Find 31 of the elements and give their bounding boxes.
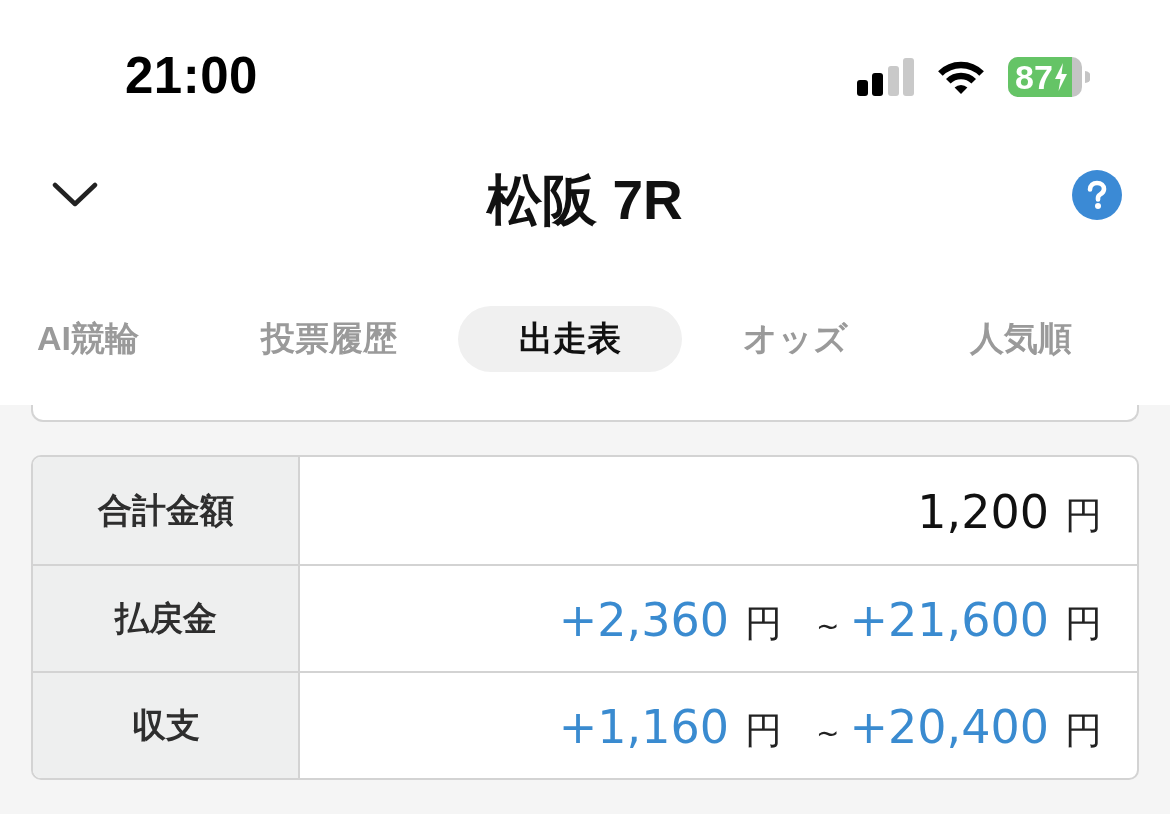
row-label: 収支 (33, 673, 300, 778)
currency-unit: 円 (745, 708, 783, 753)
tab[interactable]: オッズ (682, 306, 909, 372)
page-title: 松阪 7R (487, 169, 683, 231)
chevron-down-icon (52, 182, 98, 208)
tab[interactable]: 出走表 (458, 306, 682, 372)
range-separator: ~ (816, 716, 840, 750)
collapse-button[interactable] (52, 182, 98, 208)
currency-unit: 円 (1065, 601, 1102, 646)
lightning-bolt-icon (1053, 63, 1068, 91)
battery-percentage: 87 (1015, 60, 1053, 94)
currency-unit: 円 (745, 601, 783, 646)
help-icon (1072, 170, 1122, 220)
amount-value: +20,400 (849, 699, 1049, 754)
wifi-icon (936, 59, 986, 95)
amount-value: +21,600 (849, 592, 1049, 647)
amount-value: +1,160 (558, 699, 730, 754)
tab[interactable]: AI競輪 (0, 306, 200, 372)
amount-value: 1,200 (917, 484, 1049, 539)
row-label: 払戻金 (33, 566, 300, 671)
battery-icon (1008, 57, 1090, 97)
currency-unit: 円 (1065, 493, 1102, 538)
range-separator: ~ (816, 609, 840, 643)
amount-value: +2,360 (558, 592, 730, 647)
signal-icon (857, 58, 914, 96)
status-time: 21:00 (125, 45, 258, 105)
tab[interactable]: 投票履歴 (200, 306, 458, 372)
row-label: 合計金額 (33, 457, 300, 564)
currency-unit: 円 (1065, 708, 1102, 753)
tab[interactable]: 人気順 (909, 306, 1133, 372)
help-button[interactable] (1072, 170, 1122, 220)
